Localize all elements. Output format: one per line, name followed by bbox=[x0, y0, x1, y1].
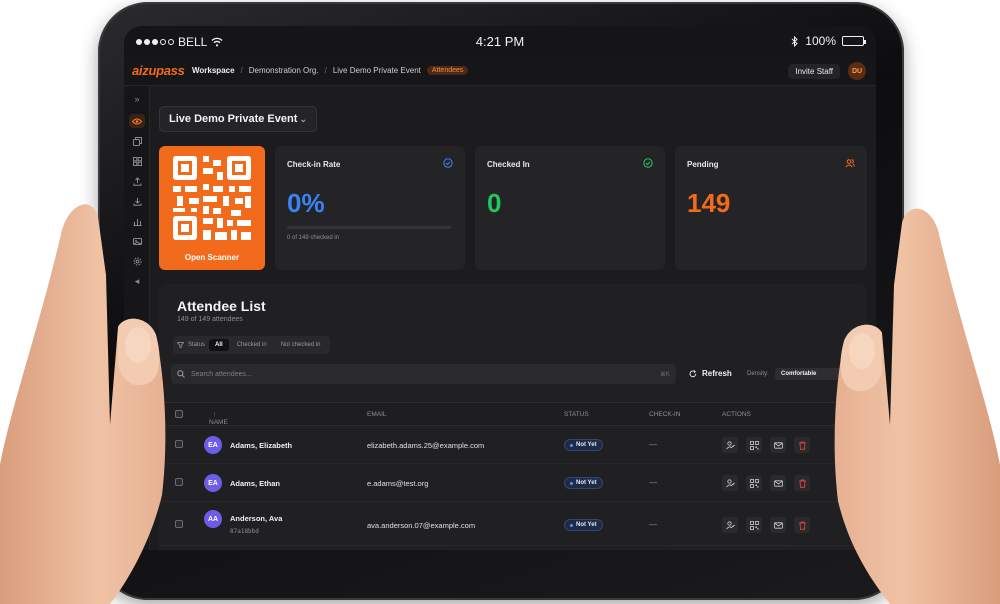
battery-percent: 100% bbox=[805, 34, 836, 48]
refresh-label: Refresh bbox=[702, 369, 732, 378]
filter-not-checked-in[interactable]: Not checked in bbox=[275, 339, 327, 351]
column-email: EMAIL bbox=[367, 411, 387, 418]
attendee-email: e.adams@test.org bbox=[367, 479, 429, 488]
attendee-name: Adams, Ethan bbox=[230, 479, 281, 488]
qr-code-button[interactable] bbox=[746, 517, 762, 533]
chevron-down-icon: ⌄ bbox=[299, 113, 307, 124]
column-checkin: CHECK-IN bbox=[649, 411, 681, 418]
breadcrumb: Workspace / Demonstration Org. / Live De… bbox=[192, 66, 469, 75]
stat-subtitle: 0 of 149 checked in bbox=[287, 235, 340, 241]
stat-card-checked-in: Checked In 0 bbox=[475, 146, 665, 270]
eye-icon bbox=[132, 118, 142, 124]
app-logo[interactable]: aizupass bbox=[132, 63, 185, 78]
breadcrumb-separator: / bbox=[324, 66, 327, 75]
refresh-icon bbox=[689, 369, 697, 377]
main-content: Live Demo Private Event ⌄ Open Scanner C… bbox=[150, 86, 876, 550]
checkin-user-button[interactable] bbox=[722, 517, 738, 533]
status-bar: BELL 4:21 PM 100% bbox=[124, 26, 876, 56]
breadcrumb-org[interactable]: Demonstration Org. bbox=[249, 66, 319, 75]
app-header: aizupass Workspace / Demonstration Org. … bbox=[124, 56, 876, 86]
refresh-button[interactable]: Refresh bbox=[689, 369, 732, 378]
checkin-user-button[interactable] bbox=[722, 475, 738, 491]
invite-staff-button[interactable]: Invite Staff bbox=[788, 64, 840, 79]
attendee-checkin-time: — bbox=[649, 478, 657, 487]
checkin-user-button[interactable] bbox=[722, 437, 738, 453]
qr-code-button[interactable] bbox=[746, 437, 762, 453]
sidebar-item-overview[interactable] bbox=[129, 114, 145, 128]
table-row[interactable]: EA Adams, Ethan e.adams@test.org Not Yet… bbox=[159, 464, 867, 502]
copy-icon bbox=[132, 136, 142, 146]
event-selector-value: Live Demo Private Event bbox=[169, 113, 298, 125]
status-badge: Not Yet bbox=[564, 439, 603, 451]
breadcrumb-workspace[interactable]: Workspace bbox=[192, 66, 235, 75]
stat-title: Checked In bbox=[487, 160, 530, 169]
users-icon bbox=[845, 159, 855, 168]
sidebar-collapse-icon[interactable]: » bbox=[129, 92, 145, 106]
event-selector[interactable]: Live Demo Private Event ⌄ bbox=[159, 106, 317, 132]
attendee-list-panel: Attendee List 149 of 149 attendees Statu… bbox=[159, 284, 867, 550]
filter-checked-in[interactable]: Checked in bbox=[231, 339, 273, 351]
column-actions: ACTIONS bbox=[722, 411, 751, 418]
status-badge-label: Not Yet bbox=[576, 442, 597, 448]
grid-icon bbox=[132, 156, 142, 166]
user-check-icon bbox=[725, 520, 735, 529]
status-right: 100% bbox=[791, 34, 866, 48]
attendee-checkin-time: — bbox=[649, 440, 657, 449]
table-header: NAME ↑ EMAIL STATUS CHECK-IN ACTIONS bbox=[159, 402, 867, 426]
checkin-progress-bar bbox=[287, 226, 451, 229]
check-circle-icon bbox=[643, 158, 653, 168]
breadcrumb-current-badge: Attendees bbox=[426, 66, 469, 75]
qr-code-icon bbox=[749, 478, 759, 488]
user-check-icon bbox=[725, 440, 735, 449]
status-badge: Not Yet bbox=[564, 519, 603, 531]
breadcrumb-event[interactable]: Live Demo Private Event bbox=[333, 66, 421, 75]
clock: 4:21 PM bbox=[475, 34, 525, 49]
breadcrumb-separator: / bbox=[240, 66, 243, 75]
status-badge-label: Not Yet bbox=[576, 480, 597, 486]
attendee-email: elizabeth.adams.25@example.com bbox=[367, 441, 485, 450]
sidebar-item-grid[interactable] bbox=[129, 154, 145, 168]
sidebar-item-upload[interactable] bbox=[129, 174, 145, 188]
check-circle-icon bbox=[443, 158, 453, 168]
user-avatar[interactable]: DU bbox=[848, 62, 866, 80]
qr-code-button[interactable] bbox=[746, 475, 762, 491]
attendee-checkin-time: — bbox=[649, 520, 657, 529]
stat-title: Check-in Rate bbox=[287, 160, 341, 169]
upload-icon bbox=[133, 176, 141, 186]
table-row[interactable]: EA Adams, Elizabeth elizabeth.adams.25@e… bbox=[159, 426, 867, 464]
attendee-email: ava.anderson.07@example.com bbox=[367, 521, 476, 530]
stat-value: 149 bbox=[687, 188, 731, 218]
status-badge-label: Not Yet bbox=[576, 522, 597, 528]
stat-value: 0% bbox=[287, 188, 325, 218]
search-input[interactable]: Search attendees... ⌘K bbox=[171, 364, 676, 384]
user-check-icon bbox=[725, 478, 735, 487]
table-row[interactable]: AA Anderson, Ava 87a18bbd ava.anderson.0… bbox=[159, 502, 867, 546]
search-shortcut: ⌘K bbox=[659, 371, 670, 378]
density-label: Density: bbox=[747, 371, 769, 377]
right-hand-image bbox=[834, 208, 1000, 604]
qr-code-icon bbox=[749, 520, 759, 530]
qr-code-icon bbox=[749, 440, 759, 450]
battery-icon bbox=[842, 36, 866, 46]
attendee-name: Adams, Elizabeth bbox=[230, 441, 293, 450]
stat-title: Pending bbox=[687, 160, 719, 169]
status-badge: Not Yet bbox=[564, 477, 603, 489]
tablet-screen: BELL 4:21 PM 100% aizupass Workspace / D… bbox=[124, 26, 876, 550]
sidebar-item-copy[interactable] bbox=[129, 134, 145, 148]
attendee-id: 87a18bbd bbox=[230, 528, 259, 535]
column-status: STATUS bbox=[564, 411, 589, 418]
bluetooth-icon bbox=[791, 35, 799, 47]
attendee-name: Anderson, Ava bbox=[230, 514, 283, 523]
stat-value: 0 bbox=[487, 188, 502, 218]
left-hand-image bbox=[0, 204, 166, 604]
stat-card-checkin-rate: Check-in Rate 0% 0 of 149 checked in bbox=[275, 146, 465, 270]
